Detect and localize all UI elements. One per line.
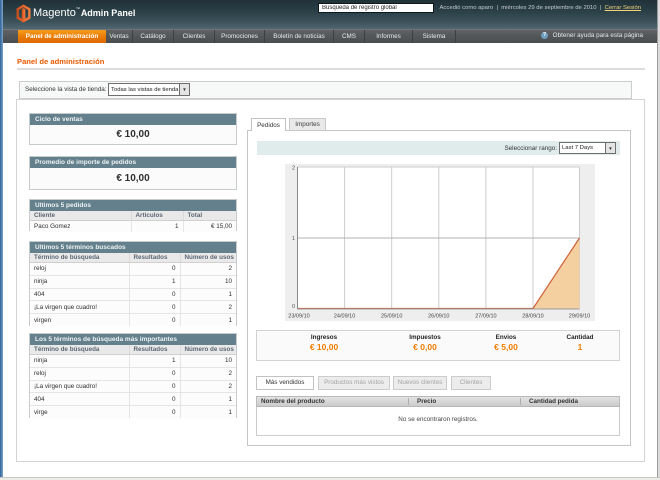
svg-text:0: 0	[292, 304, 295, 310]
svg-text:23/09/10: 23/09/10	[288, 314, 309, 320]
svg-text:27/09/10: 27/09/10	[475, 314, 496, 320]
svg-text:28/09/10: 28/09/10	[522, 314, 543, 320]
svg-text:29/09/10: 29/09/10	[569, 314, 590, 320]
svg-text:26/09/10: 26/09/10	[428, 314, 449, 320]
svg-text:1: 1	[292, 236, 295, 242]
svg-text:24/09/10: 24/09/10	[334, 314, 355, 320]
svg-text:2: 2	[292, 166, 295, 172]
svg-text:25/09/10: 25/09/10	[381, 314, 402, 320]
